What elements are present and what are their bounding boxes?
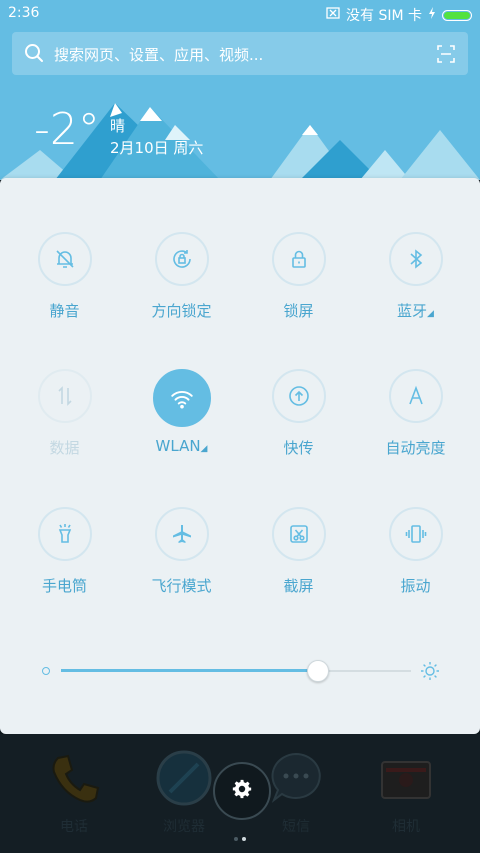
- status-bar: 2:36 没有 SIM 卡: [0, 0, 480, 28]
- bell-off-icon[interactable]: [37, 232, 92, 286]
- toggle-bluetooth-label: 蓝牙◢: [397, 302, 434, 320]
- toggle-flashlight[interactable]: 手电筒: [6, 507, 123, 596]
- toggle-mobile-data[interactable]: 数据: [6, 369, 123, 458]
- toggle-screenshot[interactable]: 截屏: [240, 507, 357, 596]
- scan-icon[interactable]: [436, 44, 456, 68]
- quick-settings-panel: 静音 方向锁定 锁屏 蓝牙◢ 数据 WLAN◢ 快传 自动亮度 手电筒 飞行模式…: [0, 178, 480, 734]
- weather-date: 2月10日 周六: [110, 139, 204, 157]
- browser-icon: [154, 750, 214, 812]
- vibrate-icon[interactable]: [388, 507, 443, 561]
- toggle-auto-brightness-label: 自动亮度: [385, 439, 446, 457]
- dock-app-label: 短信: [282, 819, 310, 835]
- carrier-text: 没有 SIM 卡: [346, 8, 422, 24]
- brightness-handle[interactable]: [306, 660, 329, 682]
- rotation-lock-icon[interactable]: [154, 232, 209, 286]
- dock-app-label: 电话: [60, 819, 88, 835]
- lock-icon[interactable]: [271, 232, 326, 286]
- toggle-quick-transfer-label: 快传: [283, 439, 314, 457]
- toggle-airplane-mode[interactable]: 飞行模式: [123, 507, 240, 596]
- airplane-icon[interactable]: [154, 507, 209, 561]
- settings-button[interactable]: [213, 762, 271, 820]
- toggle-rotation-lock-label: 方向锁定: [151, 302, 212, 320]
- toggle-lock-screen-label: 锁屏: [283, 302, 314, 320]
- toggle-vibrate-label: 振动: [400, 577, 431, 595]
- toggle-lock-screen[interactable]: 锁屏: [240, 232, 357, 321]
- dock-app-camera[interactable]: 相机: [366, 748, 446, 836]
- toggle-airplane-mode-label: 飞行模式: [151, 577, 212, 595]
- brightness-high-icon: [420, 661, 440, 685]
- upload-circle-icon[interactable]: [271, 369, 326, 423]
- dock-app-phone[interactable]: 电话: [34, 748, 114, 836]
- gear-icon: [231, 778, 253, 804]
- search-icon: [24, 43, 44, 67]
- toggle-auto-brightness[interactable]: 自动亮度: [357, 369, 474, 458]
- no-sim-icon: [326, 7, 340, 23]
- expand-triangle-icon: ◢: [427, 309, 434, 319]
- brightness-low-icon: [42, 667, 50, 675]
- auto-brightness-icon[interactable]: [388, 369, 443, 423]
- camera-icon: [376, 761, 436, 812]
- toggle-flashlight-label: 手电筒: [41, 577, 87, 595]
- toggle-rotation-lock[interactable]: 方向锁定: [123, 232, 240, 321]
- search-bar[interactable]: 搜索网页、设置、应用、视频...: [12, 32, 468, 75]
- toggle-wlan[interactable]: WLAN◢: [123, 369, 240, 455]
- dock-app-label: 相机: [392, 819, 420, 835]
- toggle-wlan-label: WLAN◢: [155, 437, 208, 455]
- toggle-mute[interactable]: 静音: [6, 232, 123, 321]
- toggle-bluetooth[interactable]: 蓝牙◢: [357, 232, 474, 321]
- temperature: -2°: [34, 104, 100, 155]
- clock: 2:36: [8, 5, 40, 21]
- brightness-fill: [61, 669, 317, 672]
- page-dot-active: [242, 837, 246, 841]
- brightness-slider[interactable]: [38, 660, 442, 682]
- data-arrows-icon[interactable]: [37, 369, 92, 423]
- message-icon: [266, 752, 326, 812]
- toggle-mute-label: 静音: [49, 302, 80, 320]
- phone-icon: [44, 754, 104, 812]
- page-indicator: [232, 826, 250, 841]
- toggle-vibrate[interactable]: 振动: [357, 507, 474, 596]
- weather-widget[interactable]: -2° 晴 2月10日 周六: [34, 104, 203, 158]
- weather-condition: 晴: [110, 117, 126, 135]
- search-placeholder[interactable]: 搜索网页、设置、应用、视频...: [54, 44, 263, 65]
- page-dot: [234, 837, 238, 841]
- toggle-screenshot-label: 截屏: [283, 577, 314, 595]
- dock-app-browser[interactable]: 浏览器: [144, 748, 224, 836]
- toggle-quick-transfer[interactable]: 快传: [240, 369, 357, 458]
- screenshot-icon[interactable]: [271, 507, 326, 561]
- wifi-icon[interactable]: [152, 369, 211, 427]
- battery-icon: [442, 9, 472, 21]
- flashlight-icon[interactable]: [37, 507, 92, 561]
- toggle-mobile-data-label: 数据: [49, 439, 80, 457]
- expand-triangle-icon: ◢: [200, 444, 208, 454]
- bluetooth-icon[interactable]: [388, 232, 443, 286]
- charging-icon: [428, 7, 436, 23]
- dock-app-label: 浏览器: [163, 819, 205, 835]
